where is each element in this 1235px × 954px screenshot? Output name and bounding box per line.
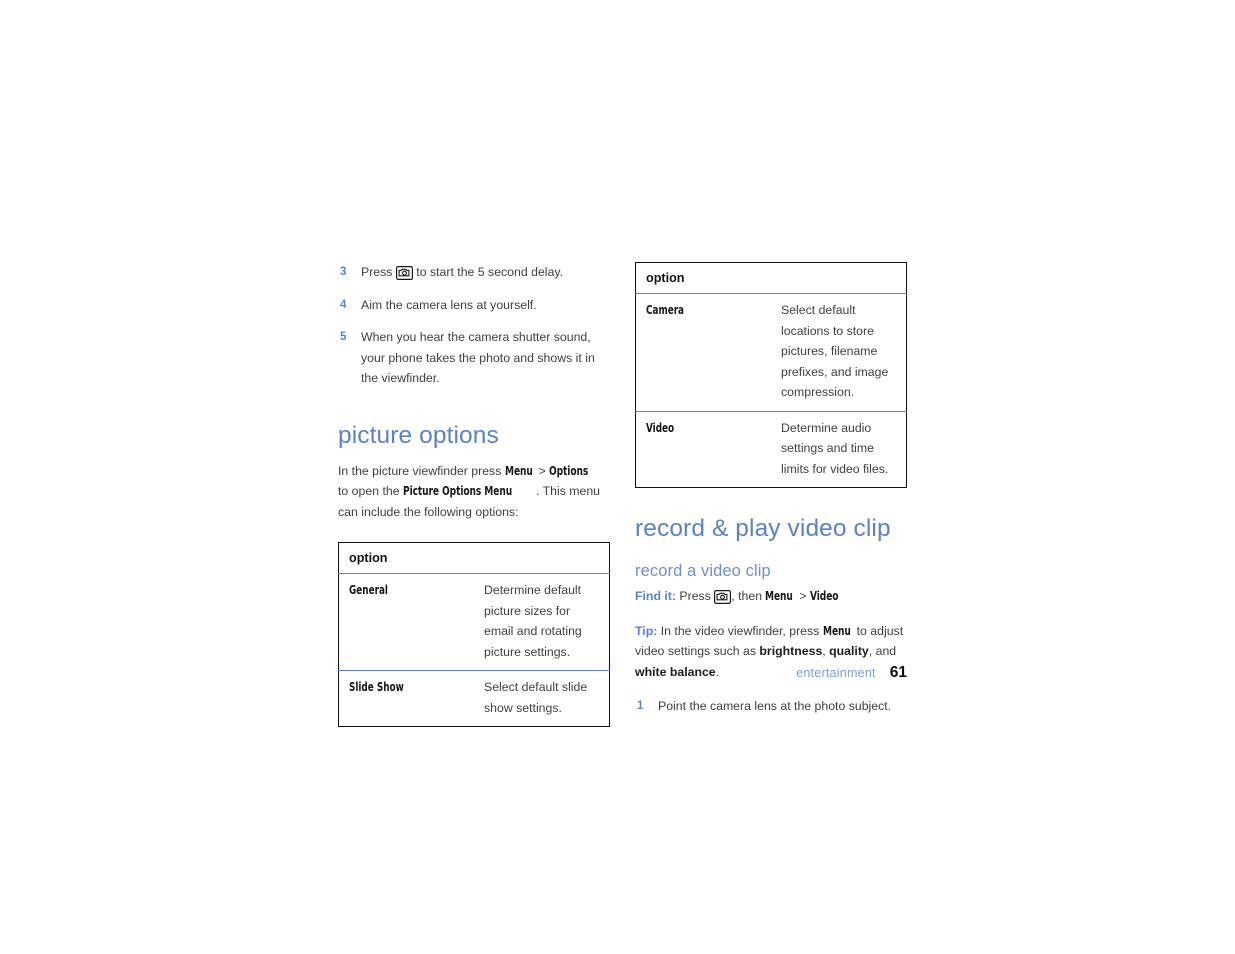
tip-label: Tip:: [635, 623, 658, 638]
section-title-record-play-video-clip: record & play video clip: [635, 515, 891, 542]
table-cell-key: Slide Show: [338, 670, 474, 727]
table-cell-value: Select default locations to store pictur…: [771, 293, 907, 411]
picture-options-intro: In the picture viewfinder press Menu > Op…: [338, 461, 610, 523]
camera-video-options-table: option Camera Select default locations t…: [635, 262, 907, 488]
step-text-before: Press: [361, 265, 393, 279]
gt-separator: >: [538, 463, 546, 478]
right-column: option Camera Select default locations t…: [635, 262, 907, 729]
step-text-after: to start the 5 second delay.: [416, 265, 564, 279]
table-cell-value: Select default slide show settings.: [474, 670, 610, 727]
table-row: Slide Show Select default slide show set…: [338, 670, 610, 727]
list-item: 5 When you hear the camera shutter sound…: [338, 327, 610, 389]
find-it-line: Find it: Press , then Menu > Video: [635, 586, 907, 607]
table-cell-key: Video: [635, 410, 771, 488]
tip-comma-2: , and: [868, 644, 897, 658]
table-row: Camera Select default locations to store…: [635, 293, 907, 411]
footer-section-label: entertainment: [796, 666, 876, 680]
ui-term-video: Video: [809, 589, 839, 603]
table-cell-value: Determine default picture sizes for emai…: [474, 573, 610, 671]
list-item: 4 Aim the camera lens at yourself.: [338, 295, 610, 316]
ui-term-picture-options-menu: Picture Options Menu: [402, 484, 513, 498]
step-number: 5: [340, 331, 347, 343]
tip-text-1: In the video viewfinder, press: [660, 623, 820, 638]
page-title: picture options: [338, 421, 499, 449]
find-it-press: Press: [679, 589, 711, 603]
ui-term-menu: Menu: [504, 463, 533, 478]
page-footer: entertainment 61: [635, 664, 907, 682]
step-number: 3: [340, 266, 347, 278]
camera-icon: [714, 590, 732, 604]
step-number: 1: [637, 700, 644, 712]
table-header-option: option: [635, 262, 907, 294]
picture-options-table: option General Determine default picture…: [338, 542, 610, 727]
table-header-option: option: [338, 542, 610, 574]
table-cell-key: Camera: [635, 293, 771, 411]
left-column: 3 Press to start the 5 second delay. 4 A…: [338, 262, 610, 727]
table-cell-key: General: [338, 573, 474, 671]
manual-page: 3 Press to start the 5 second delay. 4 A…: [0, 0, 1235, 954]
intro-text-2: to open the: [338, 484, 400, 498]
camera-icon: [395, 266, 413, 280]
table-row: Video Determine audio settings and time …: [635, 410, 907, 488]
subsection-title-record-a-video-clip: record a video clip: [635, 562, 771, 580]
step-text: Aim the camera lens at yourself.: [361, 297, 537, 312]
step-text: When you hear the camera shutter sound, …: [361, 330, 595, 385]
footer-page-number: 61: [889, 664, 907, 681]
intro-text-1: In the picture viewfinder press: [338, 463, 502, 478]
list-item: 3 Press to start the 5 second delay.: [338, 262, 610, 283]
tip-bold-quality: quality: [829, 644, 869, 658]
ui-term-options: Options: [549, 463, 589, 478]
step-number: 4: [340, 298, 347, 311]
tip-bold-brightness: brightness: [759, 644, 823, 658]
tip-comma-1: ,: [822, 644, 826, 658]
table-header-row: option: [635, 262, 907, 294]
list-item: 1 Point the camera lens at the photo sub…: [635, 696, 907, 717]
step-text: Point the camera lens at the photo subje…: [658, 699, 892, 713]
find-it-label: Find it:: [635, 589, 676, 603]
table-row: General Determine default picture sizes …: [338, 573, 610, 671]
find-it-then: , then: [731, 589, 763, 603]
ui-term-menu: Menu: [822, 623, 851, 638]
gt-separator: >: [799, 589, 807, 603]
table-header-row: option: [338, 542, 610, 574]
table-cell-value: Determine audio settings and time limits…: [771, 410, 907, 488]
ui-term-menu: Menu: [765, 589, 794, 603]
